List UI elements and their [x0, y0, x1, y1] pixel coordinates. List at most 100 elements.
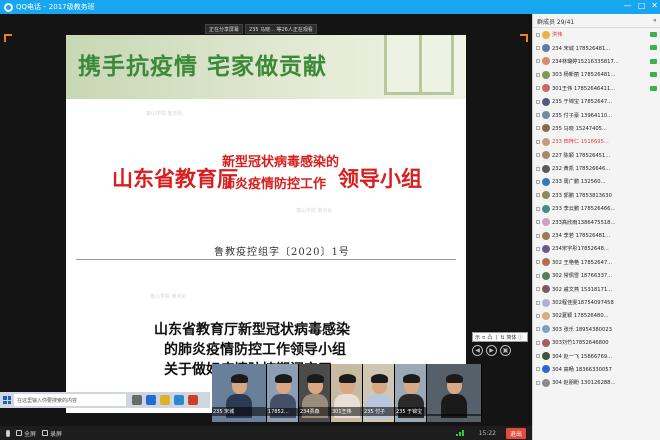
- member-checkbox[interactable]: [536, 46, 540, 51]
- member-item[interactable]: 303刘竹17852646800: [533, 336, 660, 349]
- slide-control-label[interactable]: 示 ≎ 凸 丨 ⇅ 简体 ⓘ: [472, 332, 528, 342]
- viewer-count[interactable]: 235 马晓... 等26人正在观看: [245, 24, 317, 34]
- member-checkbox[interactable]: [536, 59, 540, 64]
- member-checkbox[interactable]: [536, 327, 540, 332]
- member-item[interactable]: 235 于锦宝 17852647...: [533, 95, 660, 108]
- member-item[interactable]: 233 周广鹏 132560...: [533, 175, 660, 188]
- maximize-button[interactable]: □: [638, 1, 646, 10]
- member-item[interactable]: 304 赵一飞 15866769...: [533, 349, 660, 362]
- member-item[interactable]: 301王伟 17852646411...: [533, 82, 660, 95]
- member-checkbox[interactable]: [536, 32, 540, 37]
- member-item[interactable]: 227 陈颖 178526451...: [533, 149, 660, 162]
- member-checkbox[interactable]: [536, 380, 540, 385]
- fullscreen-button[interactable]: 全屏: [16, 429, 36, 438]
- folder-icon[interactable]: [160, 395, 170, 405]
- camera-status-icon: [650, 58, 657, 64]
- member-item[interactable]: 235 马晓 15247405...: [533, 122, 660, 135]
- sharing-status[interactable]: 正在分享屏幕: [205, 24, 244, 34]
- person-hair: [402, 374, 420, 383]
- video-caption: [427, 414, 481, 416]
- member-item[interactable]: 232 黄凯 178526646...: [533, 162, 660, 175]
- member-item[interactable]: 302 戚文燕 15318171...: [533, 282, 660, 295]
- member-checkbox[interactable]: [536, 367, 540, 372]
- exit-button[interactable]: 退出: [505, 428, 526, 439]
- member-checkbox[interactable]: [536, 300, 540, 305]
- member-checkbox[interactable]: [536, 313, 540, 318]
- member-item[interactable]: 303 张乐 18954380023: [533, 323, 660, 336]
- avatar: [542, 44, 550, 53]
- camera-status-icon: [650, 99, 657, 104]
- member-item[interactable]: 302程佳雯18754097458: [533, 296, 660, 309]
- member-checkbox[interactable]: [536, 354, 540, 359]
- prev-slide-button[interactable]: ◀: [472, 345, 483, 356]
- share-frame-corner-tl: [4, 34, 12, 42]
- record-icon: [42, 430, 49, 436]
- task-view-icon[interactable]: [132, 395, 142, 405]
- red-title-left: 山东省教育厅: [112, 166, 238, 191]
- taskbar-search-input[interactable]: 在这里输入你要搜索的内容: [14, 394, 126, 406]
- member-checkbox[interactable]: [536, 287, 540, 292]
- member-item[interactable]: 304 赵朋盼 130126288...: [533, 376, 660, 389]
- member-item[interactable]: 302 王艳艳 17852647...: [533, 256, 660, 269]
- member-checkbox[interactable]: [536, 153, 540, 158]
- member-checkbox[interactable]: [536, 220, 540, 225]
- member-checkbox[interactable]: [536, 206, 540, 211]
- member-checkbox[interactable]: [536, 193, 540, 198]
- member-name: 235 马晓 15247405...: [552, 125, 607, 132]
- member-checkbox[interactable]: [536, 99, 540, 104]
- next-slide-button[interactable]: ▶: [486, 345, 497, 356]
- video-thumbnail[interactable]: 235 于锦宝: [395, 364, 427, 422]
- member-item[interactable]: 235 付子豪 13964110...: [533, 108, 660, 121]
- video-thumbnail[interactable]: 235 宋城: [212, 364, 267, 422]
- document-title-line: 的肺炎疫情防控工作领导小组: [164, 342, 346, 358]
- member-item[interactable]: 233 李云鹏 178526466...: [533, 202, 660, 215]
- member-checkbox[interactable]: [536, 179, 540, 184]
- member-item[interactable]: 302夏颖 178526480...: [533, 309, 660, 322]
- camera-status-icon: [650, 246, 657, 251]
- member-checkbox[interactable]: [536, 340, 540, 345]
- member-item[interactable]: 304 高畅 18366330057: [533, 363, 660, 376]
- avatar: [542, 218, 550, 227]
- slide-menu-button[interactable]: ▣: [500, 345, 511, 356]
- avatar: [542, 177, 550, 186]
- member-checkbox[interactable]: [536, 86, 540, 91]
- video-thumbnail[interactable]: 301王伟: [331, 364, 363, 422]
- member-item[interactable]: 302 常佩雪 18766337...: [533, 269, 660, 282]
- minimize-button[interactable]: —: [624, 1, 632, 10]
- member-item[interactable]: 234宋宇彤17852648...: [533, 242, 660, 255]
- video-thumbnail[interactable]: 17852...: [267, 364, 299, 422]
- member-checkbox[interactable]: [536, 233, 540, 238]
- video-thumbnail[interactable]: 234贾森: [299, 364, 331, 422]
- member-checkbox[interactable]: [536, 273, 540, 278]
- close-button[interactable]: ✕: [651, 1, 658, 10]
- store-icon[interactable]: [174, 395, 184, 405]
- member-item[interactable]: 303 杨新丽 178526481...: [533, 68, 660, 81]
- member-name: 洪伟: [552, 32, 563, 39]
- member-checkbox[interactable]: [536, 166, 540, 171]
- member-name: 234宋宇彤17852648...: [552, 246, 609, 253]
- member-item[interactable]: 233 郭鹏 17853813630: [533, 189, 660, 202]
- member-checkbox[interactable]: [536, 126, 540, 131]
- slide-divider: [76, 259, 456, 260]
- member-checkbox[interactable]: [536, 246, 540, 251]
- collapse-panel-icon[interactable]: ◂: [652, 16, 656, 24]
- edge-browser-icon[interactable]: [146, 395, 156, 405]
- windows-start-icon[interactable]: [0, 392, 14, 408]
- avatar: [542, 271, 550, 280]
- member-item[interactable]: 233高欣雨1386475518...: [533, 215, 660, 228]
- record-button[interactable]: 录屏: [42, 429, 62, 438]
- video-thumbnail[interactable]: [427, 364, 482, 422]
- video-thumbnail[interactable]: 235 付子: [363, 364, 395, 422]
- member-checkbox[interactable]: [536, 72, 540, 77]
- member-checkbox[interactable]: [536, 139, 540, 144]
- member-name: 233高欣雨1386475518...: [552, 219, 616, 226]
- member-checkbox[interactable]: [536, 260, 540, 265]
- microphone-icon[interactable]: [6, 429, 10, 437]
- member-item[interactable]: 234林璐婷15216335817...: [533, 55, 660, 68]
- member-item[interactable]: 234 李若 178526481...: [533, 229, 660, 242]
- powerpoint-icon[interactable]: [188, 395, 198, 405]
- member-item[interactable]: 233 田梓仁 1516695...: [533, 135, 660, 148]
- member-item[interactable]: 洪伟: [533, 28, 660, 41]
- member-item[interactable]: 234 宋城 178526481...: [533, 41, 660, 54]
- member-checkbox[interactable]: [536, 113, 540, 118]
